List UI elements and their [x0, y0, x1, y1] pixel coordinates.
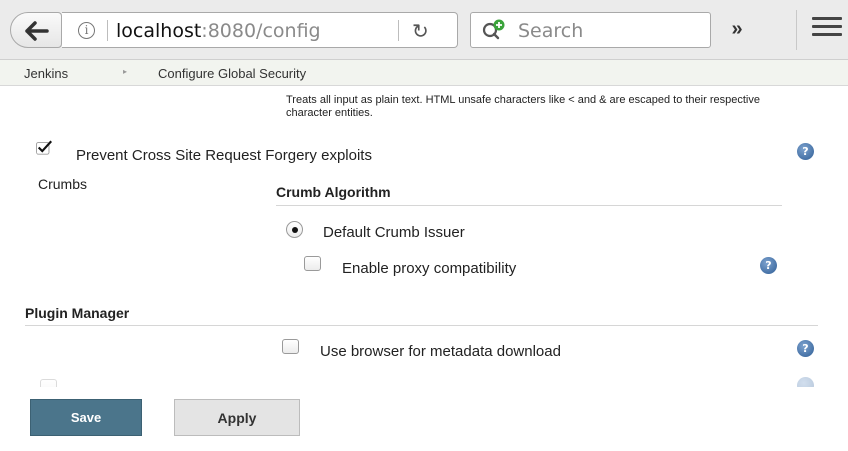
url-path: :8080/config [201, 20, 321, 42]
breadcrumb-separator-icon: ▸ [123, 67, 128, 76]
crumb-algorithm-heading: Crumb Algorithm [276, 184, 391, 200]
search-placeholder: Search [518, 20, 584, 42]
partially-hidden-checkbox[interactable] [40, 379, 57, 387]
help-icon[interactable]: ? [797, 143, 814, 160]
browser-metadata-checkbox[interactable] [282, 339, 299, 354]
divider [25, 325, 818, 326]
help-icon[interactable]: ? [797, 340, 814, 357]
reload-icon[interactable]: ↻ [412, 19, 429, 44]
plugin-manager-heading: Plugin Manager [25, 305, 130, 321]
proxy-compatibility-checkbox[interactable] [304, 256, 321, 271]
proxy-compatibility-label: Enable proxy compatibility [342, 260, 517, 277]
search-icon[interactable] [481, 19, 511, 41]
markup-formatter-hint: Treats all input as plain text. HTML uns… [286, 94, 760, 119]
back-arrow-icon [25, 21, 49, 41]
save-button[interactable]: Save [30, 399, 142, 436]
url-bar[interactable]: i localhost:8080/config ↻ [62, 12, 458, 48]
csrf-label: Prevent Cross Site Request Forgery explo… [76, 147, 372, 164]
help-icon[interactable] [797, 377, 814, 387]
search-bar[interactable]: Search [470, 12, 711, 48]
default-crumb-issuer-radio[interactable] [286, 221, 303, 238]
toolbar-divider [796, 10, 797, 50]
form-action-bar: Save Apply [0, 387, 848, 451]
breadcrumb-item-configure-global-security[interactable]: Configure Global Security [158, 66, 306, 81]
hamburger-menu-icon[interactable] [812, 17, 842, 41]
url-divider [107, 20, 108, 41]
config-form: Treats all input as plain text. HTML uns… [0, 87, 848, 387]
info-icon[interactable]: i [78, 22, 95, 39]
apply-button[interactable]: Apply [174, 399, 300, 436]
reload-divider [398, 20, 399, 41]
csrf-checkbox[interactable] [36, 140, 53, 155]
help-icon[interactable]: ? [760, 257, 777, 274]
breadcrumb: Jenkins ▸ Configure Global Security [0, 60, 848, 86]
breadcrumb-item-jenkins[interactable]: Jenkins [24, 66, 68, 81]
url-text[interactable]: localhost:8080/config [116, 20, 321, 42]
browser-metadata-label: Use browser for metadata download [320, 343, 561, 360]
default-crumb-issuer-label: Default Crumb Issuer [323, 224, 465, 241]
divider [276, 205, 782, 206]
back-button[interactable] [10, 12, 62, 48]
url-host: localhost [116, 20, 202, 42]
toolbar-overflow-button[interactable]: » [722, 14, 752, 44]
browser-toolbar: i localhost:8080/config ↻ Search » [0, 0, 848, 60]
crumbs-label: Crumbs [38, 176, 88, 192]
